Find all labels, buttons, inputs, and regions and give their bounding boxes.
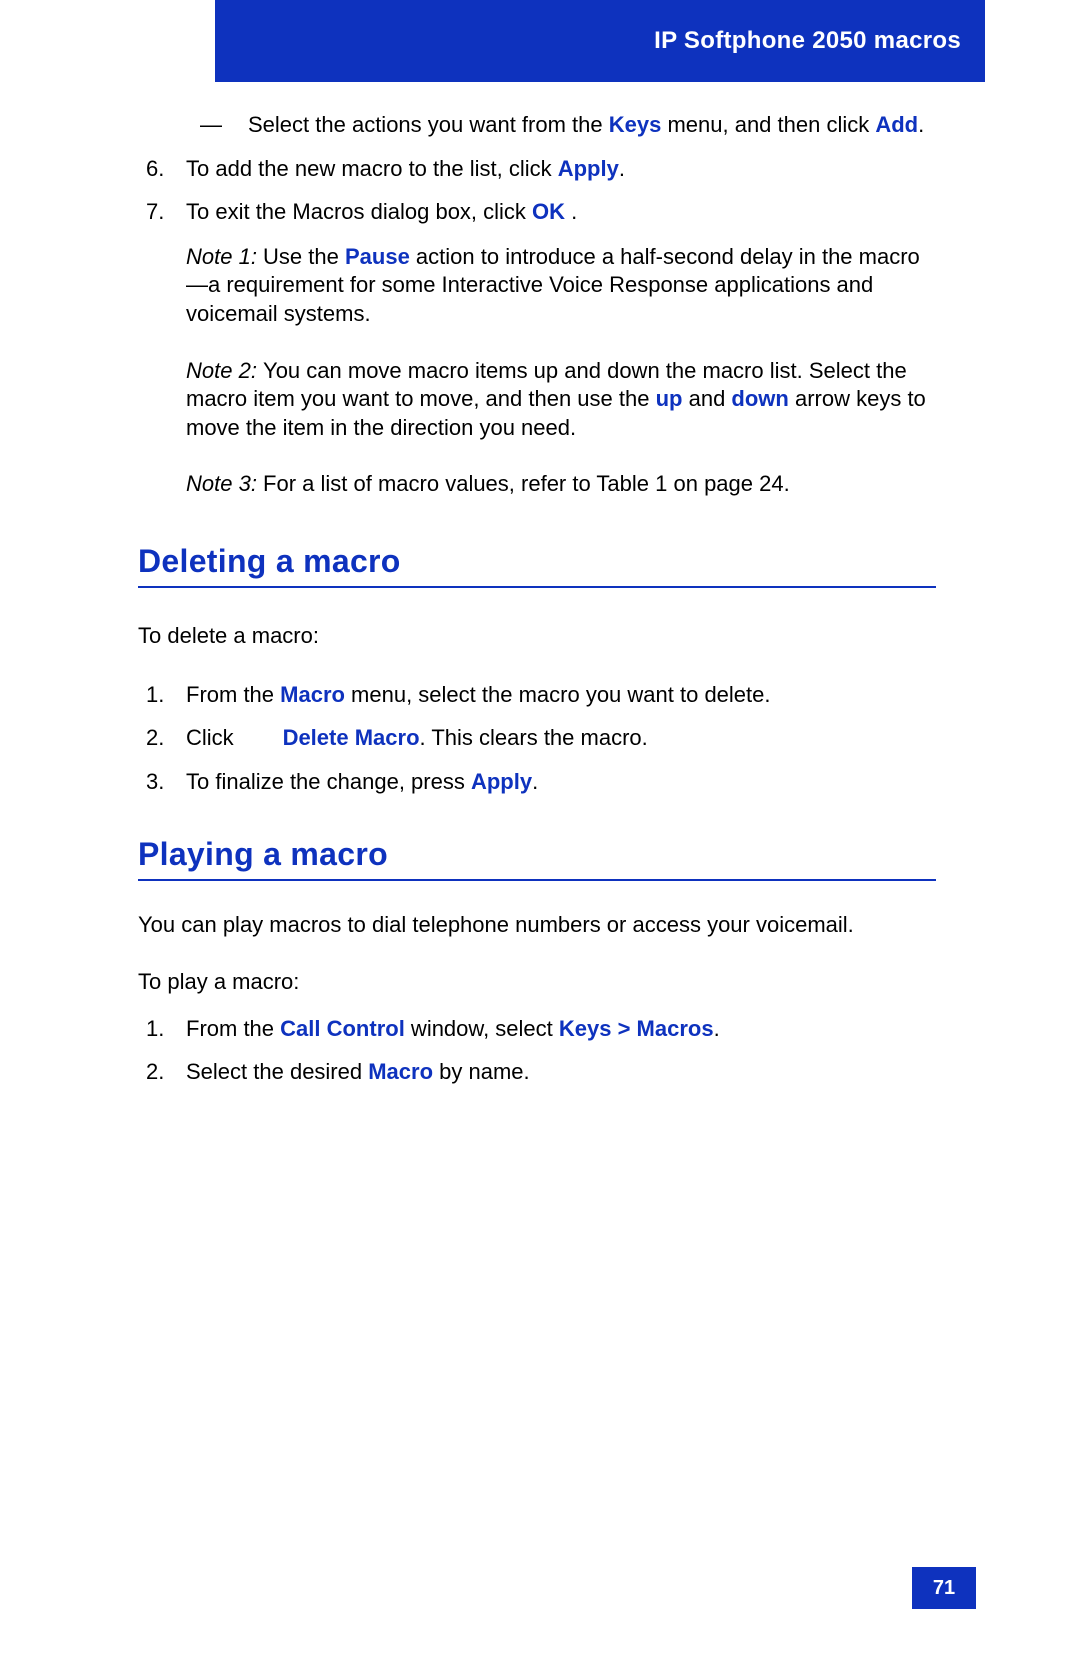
play-step-1: 1. From the Call Control window, select … xyxy=(138,1015,936,1044)
apply-link: Apply xyxy=(558,156,619,181)
step-6: 6. To add the new macro to the list, cli… xyxy=(138,155,936,184)
note-label: Note 2: xyxy=(186,358,263,383)
down-link: down xyxy=(731,386,788,411)
keys-link: Keys xyxy=(609,112,662,137)
delete-step-3: 3. To finalize the change, press Apply. xyxy=(138,768,936,797)
step-text: Click Delete Macro. This clears the macr… xyxy=(186,724,936,753)
delete-macro-link: Delete Macro xyxy=(283,725,420,750)
note-1: Note 1: Use the Pause action to introduc… xyxy=(186,243,936,329)
step-text: To finalize the change, press Apply. xyxy=(186,768,936,797)
delete-step-1: 1. From the Macro menu, select the macro… xyxy=(138,681,936,710)
up-link: up xyxy=(656,386,683,411)
pause-link: Pause xyxy=(345,244,410,269)
deleting-intro: To delete a macro: xyxy=(138,622,936,651)
header-bar: IP Softphone 2050 macros xyxy=(215,0,985,82)
note-label: Note 3: xyxy=(186,471,263,496)
step-text: From the Macro menu, select the macro yo… xyxy=(186,681,936,710)
step-text: To add the new macro to the list, click … xyxy=(186,155,936,184)
step-number: 2. xyxy=(138,1058,186,1087)
step-number: 6. xyxy=(138,155,186,184)
step-number: 2. xyxy=(138,724,186,753)
section-playing-title: Playing a macro xyxy=(138,836,936,877)
page-number: 71 xyxy=(912,1567,976,1609)
macro-link: Macro xyxy=(280,682,345,707)
step-number: 3. xyxy=(138,768,186,797)
section-rule xyxy=(138,879,936,881)
step-number: 1. xyxy=(138,1015,186,1044)
dash-item: — Select the actions you want from the K… xyxy=(200,111,936,140)
ok-link: OK xyxy=(532,199,565,224)
step-number: 7. xyxy=(138,198,186,227)
step-7: 7. To exit the Macros dialog box, click … xyxy=(138,198,936,227)
delete-step-2: 2. Click Delete Macro. This clears the m… xyxy=(138,724,936,753)
dash-marker: — xyxy=(200,111,248,140)
playing-intro2: To play a macro: xyxy=(138,968,936,997)
note-3: Note 3: For a list of macro values, refe… xyxy=(186,470,936,499)
step-text: To exit the Macros dialog box, click OK … xyxy=(186,198,936,227)
note-label: Note 1: xyxy=(186,244,263,269)
step-text: From the Call Control window, select Key… xyxy=(186,1015,936,1044)
apply-link: Apply xyxy=(471,769,532,794)
macro-link: Macro xyxy=(368,1059,433,1084)
add-link: Add xyxy=(875,112,918,137)
header-title: IP Softphone 2050 macros xyxy=(654,27,961,55)
step-number: 1. xyxy=(138,681,186,710)
note-2: Note 2: You can move macro items up and … xyxy=(186,357,936,443)
step-text: Select the desired Macro by name. xyxy=(186,1058,936,1087)
section-deleting-title: Deleting a macro xyxy=(138,543,936,584)
call-control-link: Call Control xyxy=(280,1016,405,1041)
page-content: — Select the actions you want from the K… xyxy=(138,111,936,1087)
keys-macros-link: Keys > Macros xyxy=(559,1016,714,1041)
play-step-2: 2. Select the desired Macro by name. xyxy=(138,1058,936,1087)
section-rule xyxy=(138,586,936,588)
dash-text: Select the actions you want from the Key… xyxy=(248,111,936,140)
playing-intro1: You can play macros to dial telephone nu… xyxy=(138,911,936,940)
